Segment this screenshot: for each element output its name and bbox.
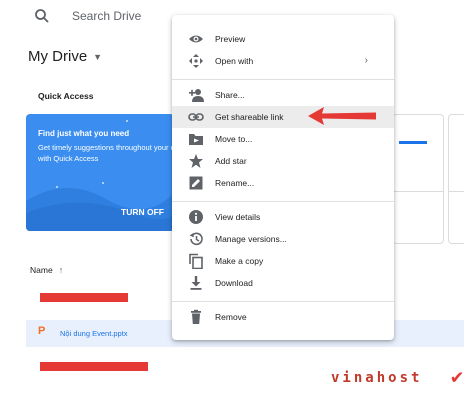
quick-access-label: Quick Access <box>38 91 94 101</box>
my-drive-dropdown[interactable]: My Drive ▼ <box>28 48 102 65</box>
history-icon <box>189 232 203 246</box>
file-name[interactable]: Nội dung Event.pptx <box>60 329 128 338</box>
context-menu: Preview Open with › Share... Get shareab… <box>172 15 394 340</box>
powerpoint-icon: P <box>38 325 46 337</box>
search-input[interactable]: Search Drive <box>72 9 141 23</box>
name-column-header[interactable]: Name ↑ <box>30 265 63 275</box>
link-icon <box>188 113 204 121</box>
quick-access-card: Find just what you need Get timely sugge… <box>26 114 174 231</box>
rename-icon <box>189 176 203 190</box>
move-arrows-icon <box>189 54 203 68</box>
menu-item-download[interactable]: Download <box>172 272 394 294</box>
wave-decoration <box>26 187 174 231</box>
annotation-arrow-icon <box>308 107 376 125</box>
quick-access-file-card[interactable] <box>448 114 464 244</box>
download-icon <box>190 276 202 290</box>
sparkle-dot <box>102 182 104 184</box>
search-icon[interactable] <box>34 8 50 24</box>
trash-icon <box>191 309 201 324</box>
eye-icon <box>189 35 203 43</box>
menu-divider <box>172 201 394 202</box>
menu-item-open-with[interactable]: Open with › <box>172 50 394 72</box>
menu-item-move-to[interactable]: Move to... <box>172 128 394 150</box>
vinahost-logo: vinahost ✔ <box>331 364 463 388</box>
menu-item-share[interactable]: Share... <box>172 84 394 106</box>
checkmark-logo-icon: ✔ <box>451 364 464 388</box>
card-divider <box>393 191 443 192</box>
sort-arrow-up-icon[interactable]: ↑ <box>59 265 64 275</box>
chevron-right-icon: › <box>364 55 368 66</box>
quick-access-file-card[interactable] <box>392 114 444 244</box>
menu-item-make-a-copy[interactable]: Make a copy <box>172 250 394 272</box>
menu-item-manage-versions[interactable]: Manage versions... <box>172 228 394 250</box>
menu-item-add-star[interactable]: Add star <box>172 150 394 172</box>
page-title: My Drive <box>28 48 88 65</box>
folder-move-icon <box>189 134 203 145</box>
copy-icon <box>189 253 203 269</box>
sparkle-dot <box>56 186 58 188</box>
redacted-file-name <box>40 293 128 302</box>
caret-down-icon: ▼ <box>93 52 103 63</box>
menu-item-preview[interactable]: Preview <box>172 28 394 50</box>
info-icon <box>189 210 203 224</box>
file-preview-accent <box>399 141 427 144</box>
card-divider <box>449 191 464 192</box>
menu-divider <box>172 79 394 80</box>
quick-access-text: Get timely suggestions throughout your d… <box>38 143 174 163</box>
sparkle-dot <box>126 120 128 122</box>
menu-item-view-details[interactable]: View details <box>172 206 394 228</box>
menu-divider <box>172 301 394 302</box>
quick-access-heading: Find just what you need <box>38 129 130 138</box>
menu-item-remove[interactable]: Remove <box>172 306 394 328</box>
add-person-icon <box>189 89 204 102</box>
redacted-file-name <box>40 362 148 371</box>
star-icon <box>189 154 203 168</box>
turn-off-button[interactable]: TURN OFF <box>121 207 164 217</box>
menu-item-rename[interactable]: Rename... <box>172 172 394 194</box>
